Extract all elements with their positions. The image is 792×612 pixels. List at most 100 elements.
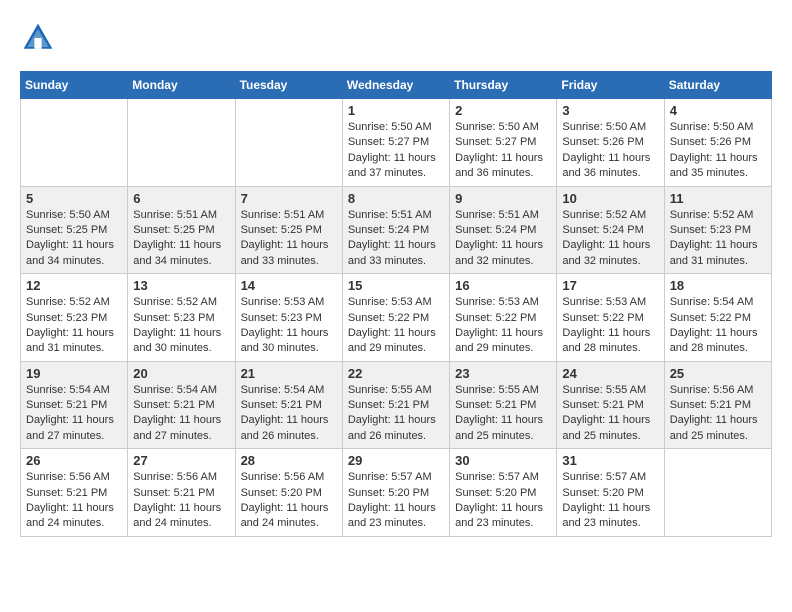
day-number: 30 — [455, 453, 551, 468]
calendar-cell: 5Sunrise: 5:50 AM Sunset: 5:25 PM Daylig… — [21, 186, 128, 274]
calendar-cell: 14 Sunrise: 5:53 AM Sunset: 5:23 PM Dayli… — [235, 274, 342, 362]
day-number: 17 — [562, 278, 658, 293]
day-info: Sunrise: 5:52 AM Sunset: 5:23 PM Dayligh… — [133, 295, 229, 357]
day-info: Sunrise: 5:54 AM Sunset: 5:21 PM Dayligh… — [26, 383, 122, 445]
calendar-cell: 2Sunrise: 5:50 AM Sunset: 5:27 PM Daylig… — [450, 99, 557, 187]
day-info: Sunrise: 5:53 AM Sunset: 5:22 PM Dayligh… — [562, 295, 658, 357]
day-number: 3 — [562, 103, 658, 118]
day-number: 2 — [455, 103, 551, 118]
calendar-week-row: 26Sunrise: 5:56 AM Sunset: 5:21 PM Dayli… — [21, 449, 772, 537]
day-number: 8 — [348, 191, 444, 206]
calendar-week-row: 1 Sunrise: 5:50 AM Sunset: 5:27 PM Daylig… — [21, 99, 772, 187]
calendar-cell: 18 Sunrise: 5:54 AM Sunset: 5:22 PM Dayli… — [664, 274, 771, 362]
day-number: 24 — [562, 366, 658, 381]
day-info: Sunrise: 5:57 AM Sunset: 5:20 PM Dayligh… — [455, 470, 551, 532]
day-number: 11 — [670, 191, 766, 206]
day-number: 16 — [455, 278, 551, 293]
day-number: 18 — [670, 278, 766, 293]
day-info: Sunrise: 5:53 AM Sunset: 5:22 PM Dayligh… — [455, 295, 551, 357]
day-info: Sunrise: 5:50 AM Sunset: 5:25 PM Dayligh… — [26, 208, 122, 270]
day-info: Sunrise: 5:52 AM Sunset: 5:24 PM Dayligh… — [562, 208, 658, 270]
day-info: Sunrise: 5:54 AM Sunset: 5:21 PM Dayligh… — [133, 383, 229, 445]
day-info: Sunrise: 5:53 AM Sunset: 5:23 PM Dayligh… — [241, 295, 337, 357]
day-info: Sunrise: 5:55 AM Sunset: 5:21 PM Dayligh… — [562, 383, 658, 445]
day-number: 7 — [241, 191, 337, 206]
calendar-cell — [21, 99, 128, 187]
day-info: Sunrise: 5:50 AM Sunset: 5:26 PM Dayligh… — [670, 120, 766, 182]
calendar-cell: 8 Sunrise: 5:51 AM Sunset: 5:24 PM Daylig… — [342, 186, 449, 274]
calendar-cell — [235, 99, 342, 187]
calendar-cell: 7 Sunrise: 5:51 AM Sunset: 5:25 PM Daylig… — [235, 186, 342, 274]
weekday-header: Friday — [557, 72, 664, 99]
day-number: 15 — [348, 278, 444, 293]
day-info: Sunrise: 5:56 AM Sunset: 5:20 PM Dayligh… — [241, 470, 337, 532]
day-number: 4 — [670, 103, 766, 118]
day-info: Sunrise: 5:54 AM Sunset: 5:22 PM Dayligh… — [670, 295, 766, 357]
day-info: Sunrise: 5:55 AM Sunset: 5:21 PM Dayligh… — [348, 383, 444, 445]
weekday-header: Saturday — [664, 72, 771, 99]
calendar-cell: 26Sunrise: 5:56 AM Sunset: 5:21 PM Dayli… — [21, 449, 128, 537]
calendar-table: SundayMondayTuesdayWednesdayThursdayFrid… — [20, 71, 772, 537]
day-info: Sunrise: 5:57 AM Sunset: 5:20 PM Dayligh… — [348, 470, 444, 532]
day-number: 6 — [133, 191, 229, 206]
day-number: 21 — [241, 366, 337, 381]
day-number: 19 — [26, 366, 122, 381]
day-info: Sunrise: 5:51 AM Sunset: 5:25 PM Dayligh… — [241, 208, 337, 270]
day-info: Sunrise: 5:56 AM Sunset: 5:21 PM Dayligh… — [26, 470, 122, 532]
calendar-cell: 17 Sunrise: 5:53 AM Sunset: 5:22 PM Dayli… — [557, 274, 664, 362]
calendar-week-row: 5Sunrise: 5:50 AM Sunset: 5:25 PM Daylig… — [21, 186, 772, 274]
calendar-cell: 24 Sunrise: 5:55 AM Sunset: 5:21 PM Dayli… — [557, 361, 664, 449]
calendar-cell: 21 Sunrise: 5:54 AM Sunset: 5:21 PM Dayli… — [235, 361, 342, 449]
day-number: 28 — [241, 453, 337, 468]
calendar-cell: 27Sunrise: 5:56 AM Sunset: 5:21 PM Dayli… — [128, 449, 235, 537]
day-number: 22 — [348, 366, 444, 381]
calendar-cell: 28 Sunrise: 5:56 AM Sunset: 5:20 PM Dayli… — [235, 449, 342, 537]
calendar-week-row: 19 Sunrise: 5:54 AM Sunset: 5:21 PM Dayli… — [21, 361, 772, 449]
weekday-header: Sunday — [21, 72, 128, 99]
day-number: 31 — [562, 453, 658, 468]
day-info: Sunrise: 5:51 AM Sunset: 5:25 PM Dayligh… — [133, 208, 229, 270]
day-info: Sunrise: 5:57 AM Sunset: 5:20 PM Dayligh… — [562, 470, 658, 532]
day-number: 9 — [455, 191, 551, 206]
calendar-cell: 16 Sunrise: 5:53 AM Sunset: 5:22 PM Dayli… — [450, 274, 557, 362]
calendar-cell: 30 Sunrise: 5:57 AM Sunset: 5:20 PM Dayli… — [450, 449, 557, 537]
calendar-cell: 11 Sunrise: 5:52 AM Sunset: 5:23 PM Dayli… — [664, 186, 771, 274]
day-info: Sunrise: 5:55 AM Sunset: 5:21 PM Dayligh… — [455, 383, 551, 445]
day-info: Sunrise: 5:50 AM Sunset: 5:26 PM Dayligh… — [562, 120, 658, 182]
weekday-header: Wednesday — [342, 72, 449, 99]
day-info: Sunrise: 5:52 AM Sunset: 5:23 PM Dayligh… — [670, 208, 766, 270]
calendar-cell: 10 Sunrise: 5:52 AM Sunset: 5:24 PM Dayli… — [557, 186, 664, 274]
day-number: 13 — [133, 278, 229, 293]
calendar-cell — [664, 449, 771, 537]
calendar-cell: 20 Sunrise: 5:54 AM Sunset: 5:21 PM Dayli… — [128, 361, 235, 449]
calendar-cell: 23Sunrise: 5:55 AM Sunset: 5:21 PM Dayli… — [450, 361, 557, 449]
calendar-cell: 12Sunrise: 5:52 AM Sunset: 5:23 PM Dayli… — [21, 274, 128, 362]
day-number: 29 — [348, 453, 444, 468]
calendar-week-row: 12 Sunrise: 5:52 AM Sunset: 5:23 PM Dayli… — [21, 274, 772, 362]
day-number: 1 — [348, 103, 444, 118]
calendar-cell: 6 Sunrise: 5:51 AM Sunset: 5:25 PM Daylig… — [128, 186, 235, 274]
day-info: Sunrise: 5:54 AM Sunset: 5:21 PM Dayligh… — [241, 383, 337, 445]
calendar-cell: 9 Sunrise: 5:51 AM Sunset: 5:24 PM Daylig… — [450, 186, 557, 274]
page-header — [20, 20, 772, 56]
weekday-header-row: SundayMondayTuesdayWednesdayThursdayFrid… — [21, 72, 772, 99]
day-number: 14 — [241, 278, 337, 293]
calendar-cell: 31 Sunrise: 5:57 AM Sunset: 5:20 PM Dayli… — [557, 449, 664, 537]
calendar-cell: 13 Sunrise: 5:52 AM Sunset: 5:23 PM Dayli… — [128, 274, 235, 362]
day-number: 25 — [670, 366, 766, 381]
calendar-cell — [128, 99, 235, 187]
day-number: 12 — [26, 278, 122, 293]
day-info: Sunrise: 5:51 AM Sunset: 5:24 PM Dayligh… — [348, 208, 444, 270]
weekday-header: Thursday — [450, 72, 557, 99]
day-number: 20 — [133, 366, 229, 381]
weekday-header: Tuesday — [235, 72, 342, 99]
calendar-cell: 15Sunrise: 5:53 AM Sunset: 5:22 PM Dayli… — [342, 274, 449, 362]
weekday-header: Monday — [128, 72, 235, 99]
logo — [20, 20, 60, 56]
day-info: Sunrise: 5:50 AM Sunset: 5:27 PM Dayligh… — [348, 120, 444, 182]
day-number: 10 — [562, 191, 658, 206]
day-info: Sunrise: 5:51 AM Sunset: 5:24 PM Dayligh… — [455, 208, 551, 270]
calendar-cell: 3 Sunrise: 5:50 AM Sunset: 5:26 PM Daylig… — [557, 99, 664, 187]
calendar-cell: 25Sunrise: 5:56 AM Sunset: 5:21 PM Dayli… — [664, 361, 771, 449]
day-info: Sunrise: 5:56 AM Sunset: 5:21 PM Dayligh… — [133, 470, 229, 532]
